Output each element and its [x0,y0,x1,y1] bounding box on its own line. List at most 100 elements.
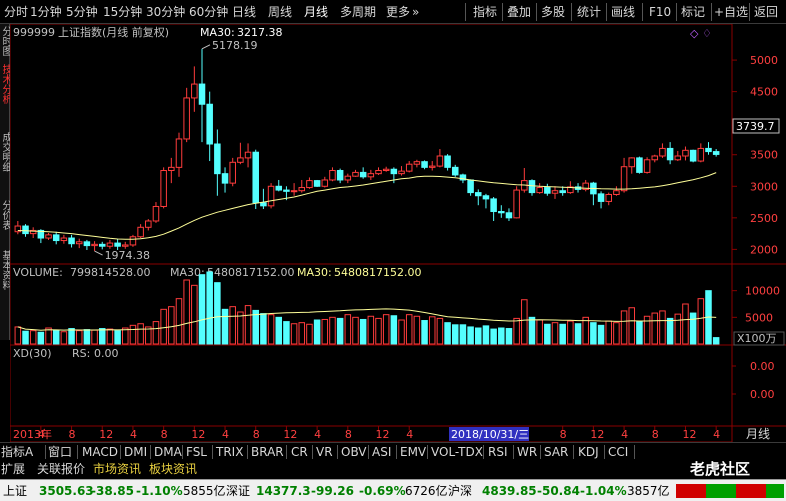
candle-down [467,179,474,194]
volume-bar-up [344,314,352,345]
volume-bar-down [83,329,91,345]
period-tab-1min[interactable]: 1分钟 [30,4,62,20]
left-tab-technical[interactable]: 技术分析 [0,64,10,128]
ext-tab-market-news[interactable]: 市场资讯 [93,461,141,477]
ind-tab-wr[interactable]: WR [517,444,537,460]
volume-bar-down [359,318,367,345]
ext-tab-extend[interactable]: 扩展 [1,461,25,477]
xd-label: XD(30) [13,347,52,360]
volume-bar-up [14,326,22,345]
x-tick-label: 12 [376,428,390,441]
volume-bar-down [528,316,536,345]
marker-icon[interactable]: ◇ ♢ [690,27,712,40]
back-button[interactable]: 返回 [754,4,778,20]
period-tab-multi[interactable]: 多周期 [340,4,376,20]
volume-bar-up [643,315,651,345]
multi-stock-button[interactable]: 多股 [541,4,565,20]
period-tab-30min[interactable]: 30分钟 [146,4,185,20]
ind-tab-dmi[interactable]: DMI [124,444,147,460]
ind-tab-window[interactable]: 窗口 [48,444,72,460]
period-tab-intraday[interactable]: 分时 [4,4,28,20]
ind-tab-vol-tdx[interactable]: VOL-TDX [431,444,483,460]
period-tab-weekly[interactable]: 周线 [268,4,292,20]
ma-value: 3217.38 [237,26,283,39]
price-tick-label: 5000 [750,54,778,67]
ind-tab-sar[interactable]: SAR [544,444,568,460]
ind-tab-rsi[interactable]: RSI [488,444,508,460]
left-tab-trades[interactable]: 成交明细 [0,132,10,196]
candle-down [283,189,290,192]
volume-bar-up [428,316,436,345]
candle-up [129,236,137,246]
kline-chart-area[interactable]: 999999 上证指数(月线 前复权) MA30: 3217.38 ◇ ♢ 50… [10,24,786,442]
statistics-button[interactable]: 统计 [577,4,601,20]
left-tab-profile[interactable]: 基本资料 [0,250,10,314]
add-watchlist-button[interactable]: +自选 [714,4,748,20]
hs-index-price: 4839.85 [482,484,537,498]
candle-down [689,149,697,162]
volume-bar-down [390,315,398,345]
ext-tab-related-quotes[interactable]: 关联报价 [37,461,85,477]
ma-label: MA30: [200,26,235,39]
tab-divider [77,445,78,459]
candle-down [98,243,106,247]
period-tab-more[interactable]: 更多 [386,4,410,20]
more-arrow-icon[interactable]: » [412,4,419,20]
ind-tab-indicator-a[interactable]: 指标A [1,444,33,460]
price-tick-label: 3000 [750,180,778,193]
left-tab-price-table[interactable]: 分价表 [0,200,10,246]
tab-divider [150,445,151,459]
candle-up [45,234,52,239]
candle-down [198,83,206,105]
sh-index-name[interactable]: 上证 [3,483,27,499]
candle-up [620,166,628,192]
hs-index-name[interactable]: 沪深 [448,483,472,499]
ind-tab-obv[interactable]: OBV [341,444,367,460]
candlestick-series [14,48,720,252]
ind-tab-macd[interactable]: MACD [82,444,118,460]
volume-bar-down [336,317,344,345]
ind-tab-fsl[interactable]: FSL [186,444,207,460]
ind-tab-brar[interactable]: BRAR [251,444,284,460]
volume-bar-down [283,321,290,345]
period-tab-monthly[interactable]: 月线 [304,4,328,20]
tab-divider [540,445,541,459]
volume-bar-up [352,316,359,345]
candle-up [659,147,666,157]
ind-tab-trix[interactable]: TRIX [216,444,243,460]
ext-tab-sector-news[interactable]: 板块资讯 [149,461,197,477]
volume-bar-up [160,308,167,345]
ind-tab-cci[interactable]: CCI [608,444,628,460]
sz-index-change: -99.26 [311,484,354,498]
draw-line-button[interactable]: 画线 [611,4,635,20]
ind-tab-dma[interactable]: DMA [154,444,182,460]
candle-up [367,173,375,178]
volume-bar-down [459,324,467,345]
ind-tab-asi[interactable]: ASI [372,444,391,460]
x-tick-label: 4 [130,428,137,441]
volume-tick-label: 10000 [745,285,780,298]
volume-bar-down [475,327,482,345]
candle-up [106,242,114,247]
period-tab-5min[interactable]: 5分钟 [66,4,98,20]
f10-button[interactable]: F10 [649,4,671,20]
candle-down [705,147,712,153]
ind-tab-vr[interactable]: VR [316,444,333,460]
indicator-tabs: 指标A 窗口 MACD DMI DMA FSL TRIX BRAR CR VR … [0,442,786,460]
high-leader-line [201,44,211,50]
period-tab-60min[interactable]: 60分钟 [189,4,228,20]
indicator-button[interactable]: 指标 [473,4,497,20]
period-tab-15min[interactable]: 15分钟 [103,4,142,20]
current-price-label: 3739.7 [736,120,775,133]
overlay-button[interactable]: 叠加 [507,4,531,20]
rs-value: 0.00 [94,347,119,360]
period-tab-daily[interactable]: 日线 [232,4,256,20]
sz-index-name[interactable]: 深证 [226,483,250,499]
mark-button[interactable]: 标记 [681,4,705,20]
ind-tab-emv[interactable]: EMV [400,444,426,460]
ind-tab-kdj[interactable]: KDJ [578,444,599,460]
ind-tab-cr[interactable]: CR [291,444,308,460]
left-tab-intraday[interactable]: 分时图 [0,26,10,60]
x-tick-label: 8 [69,428,76,441]
toolbar-divider [465,3,466,21]
